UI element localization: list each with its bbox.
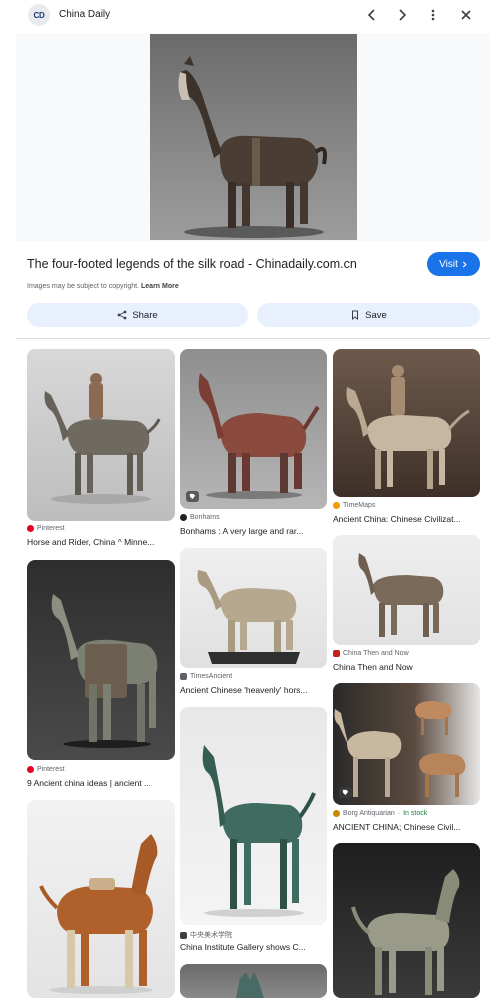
result-caption: Bonhams : A very large and rar... [180,526,304,536]
more-options-button[interactable] [422,4,444,26]
close-icon [461,10,471,20]
result-source: 中央美术学院 [180,930,232,940]
more-vert-icon [431,9,435,21]
academy-icon [180,931,187,939]
result-card[interactable] [180,964,327,998]
result-caption: ANCIENT CHINA; Chinese Civil... [333,822,461,832]
result-thumbnail [180,548,327,668]
result-caption: 9 Ancient china ideas | ancient ... [27,778,152,788]
divider [16,338,490,339]
result-title[interactable]: The four-footed legends of the silk road… [27,257,357,271]
pinterest-icon [27,766,34,773]
result-thumbnail [333,843,480,998]
result-source: China Then and Now [333,650,409,657]
red-horse-image [198,373,320,499]
green-horse-image [202,745,316,917]
result-thumbnail [27,560,175,760]
result-card[interactable] [333,843,480,998]
share-icon [117,310,127,320]
result-thumbnail [333,683,480,805]
preview-panel [16,33,490,241]
horse-rider-image [44,373,161,504]
image-badge-icon [339,787,352,798]
result-thumbnail [27,349,175,521]
glazed-horse-image [39,834,158,994]
horse-sculpture-image [358,553,444,637]
chevron-left-icon [367,9,375,21]
result-source: Pinterest [27,766,65,773]
timemaps-icon [333,502,340,509]
copyright-notice: Images may be subject to copyright. Lear… [27,283,179,290]
bonhams-icon [180,514,187,521]
result-thumbnail [27,800,175,998]
preview-image[interactable] [150,34,357,240]
clay-horse-image [197,570,300,664]
horse-collection-image [334,701,466,797]
horse-head-image [236,972,264,998]
result-card[interactable]: China Then and Now China Then and Now [333,535,480,675]
result-card[interactable]: TimesAncient Ancient Chinese 'heavenly' … [180,548,327,698]
site-name: China Daily [59,9,111,20]
result-thumbnail [333,349,480,497]
result-caption: China Then and Now [333,662,413,672]
result-card[interactable]: TimeMaps Ancient China: Chinese Civiliza… [333,349,480,527]
result-caption: Horse and Rider, China ^ Minne... [27,537,155,547]
result-caption: China Institute Gallery shows C... [180,942,306,952]
horse-sculpture-image [178,56,327,238]
chinathenandnow-icon [333,650,340,657]
result-source: Bonhams [180,514,220,521]
result-card[interactable]: Pinterest 9 Ancient china ideas | ancien… [27,560,175,790]
timesancient-icon [180,673,187,680]
visit-button[interactable]: Visit [427,252,480,276]
tag-icon [189,493,196,500]
result-source: TimesAncient [180,673,232,680]
horse-sculpture-image [351,869,460,995]
chevron-right-icon [399,9,407,21]
result-thumbnail [180,964,327,998]
result-source: Borg Antiquarian · In stock [333,810,427,817]
result-thumbnail [180,707,327,925]
header-bar: CD China Daily [16,0,490,32]
result-card[interactable] [27,800,175,998]
learn-more-link[interactable]: Learn More [141,283,179,290]
result-caption: Ancient China: Chinese Civilizat... [333,514,461,524]
image-badge-icon [186,491,199,502]
save-button[interactable]: Save [257,303,480,327]
result-thumbnail [180,349,327,509]
tag-icon [342,789,349,796]
result-card[interactable]: Borg Antiquarian · In stock ANCIENT CHIN… [333,683,480,835]
borg-antiquarian-icon [333,810,340,817]
close-button[interactable] [455,4,477,26]
pinterest-icon [27,525,34,532]
next-button[interactable] [391,4,413,26]
result-card[interactable]: Bonhams Bonhams : A very large and rar..… [180,349,327,539]
result-thumbnail [333,535,480,645]
result-source: Pinterest [27,525,65,532]
site-logo-icon: CD [28,4,50,26]
result-caption: Ancient Chinese 'heavenly' hors... [180,685,308,695]
chevron-right-icon [462,260,467,268]
result-source: TimeMaps [333,502,375,509]
share-button[interactable]: Share [27,303,248,327]
previous-button[interactable] [361,4,383,26]
bookmark-icon [352,310,359,320]
result-card[interactable]: 中央美术学院 China Institute Gallery shows C..… [180,707,327,955]
horse-sculpture-image [51,594,158,748]
horse-rider-image [346,365,470,489]
result-card[interactable]: Pinterest Horse and Rider, China ^ Minne… [27,349,175,549]
stock-status: In stock [403,810,428,817]
